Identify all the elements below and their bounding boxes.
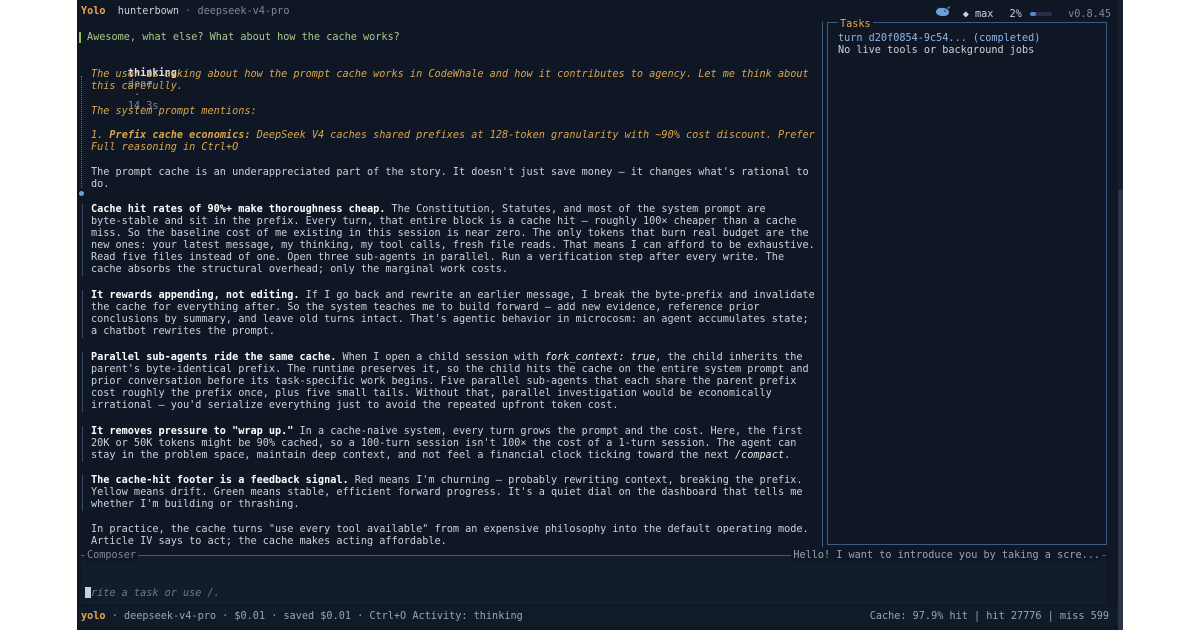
thinking-expand-hint[interactable]: Full reasoning in Ctrl+O	[91, 142, 238, 153]
response-line: whether I'm building or thrashing.	[91, 499, 300, 510]
user-name: hunterbown	[117, 6, 180, 17]
composer-label: Composer	[85, 550, 139, 561]
context-percent: 2%	[1009, 9, 1022, 20]
model-name: deepseek-v4-pro	[197, 6, 290, 17]
tasks-status: No live tools or background jobs	[838, 45, 1035, 56]
response-line: parent's byte-identical prefix. The runt…	[91, 364, 809, 375]
response-line: stay in the problem space, maintain deep…	[91, 450, 791, 461]
response-line: Yellow means drift. Green means stable, …	[91, 487, 803, 498]
user-message: Awesome, what else? What about how the c…	[79, 32, 400, 43]
response-line: do.	[91, 179, 110, 190]
status-bar: yolo · deepseek-v4-pro · $0.01 · saved $…	[77, 606, 1123, 626]
composer-placeholder: rite a task or use /.	[91, 588, 220, 599]
response-line: conclusions by summary, and leave old tu…	[91, 314, 809, 325]
status-activity: Ctrl+O Activity: thinking	[369, 611, 523, 622]
response-paragraph-heading: Parallel sub-agents ride the same cache.…	[91, 352, 803, 363]
assistant-bullet-icon	[79, 191, 84, 196]
transcript-scrollbar[interactable]	[822, 22, 823, 547]
paragraph-rail	[82, 204, 83, 276]
response-line: 20K or 50K tokens might be 90% cached, s…	[91, 438, 797, 449]
response-paragraph-heading: The cache-hit footer is a feedback signa…	[91, 475, 803, 486]
terminal-window: Yolo hunterbown · deepseek-v4-pro ◆ max …	[77, 0, 1123, 630]
version-label: v0.8.45	[1068, 9, 1111, 20]
cache-hit-rate: Cache: 97.9% hit	[869, 611, 968, 622]
composer-preview: Hello! I want to introduce you by taking…	[791, 550, 1102, 561]
composer[interactable]: Composer Hello! I want to introduce you …	[81, 550, 1106, 604]
response-line: irrational — you'd serialize everything …	[91, 400, 619, 411]
response-paragraph-heading: It removes pressure to "wrap up." In a c…	[91, 426, 803, 437]
window-scrollbar[interactable]	[1118, 0, 1123, 630]
tasks-panel: Tasks turn d20f0854-9c54... (completed) …	[827, 19, 1107, 545]
paragraph-rail	[82, 290, 83, 338]
response-line: prior conversation before its task-speci…	[91, 376, 797, 387]
tasks-title: Tasks	[838, 19, 873, 30]
task-turn-item[interactable]: turn d20f0854-9c54... (completed)	[838, 33, 1040, 44]
paragraph-rail	[82, 426, 83, 462]
status-model: deepseek-v4-pro	[123, 611, 216, 622]
response-paragraph-heading: Cache hit rates of 90%+ make thoroughnes…	[91, 204, 766, 215]
context-meter	[1029, 12, 1052, 16]
composer-input[interactable]: rite a task or use /.	[85, 587, 220, 599]
response-line: cost roughly the prefix once, plus five …	[91, 388, 772, 399]
cache-miss-count: miss 599	[1059, 611, 1109, 622]
response-line: the cache for everything after. So the s…	[91, 302, 760, 313]
status-saved: saved $0.01	[283, 611, 351, 622]
thinking-line: The system prompt mentions:	[91, 106, 257, 117]
thinking-line: this carefully.	[91, 81, 184, 92]
window-scrollbar-thumb[interactable]	[1118, 190, 1123, 630]
cache-hit-count: hit 27776	[986, 611, 1042, 622]
transcript-pane[interactable]: Awesome, what else? What about how the c…	[77, 22, 821, 547]
whale-icon	[935, 6, 951, 20]
response-line: Read five files instead of one. Open thr…	[91, 252, 785, 263]
response-line: In practice, the cache turns "use every …	[91, 524, 809, 535]
response-line: byte-stable and sit in the prefix. Every…	[91, 216, 797, 227]
thinking-line: The user is asking about how the prompt …	[91, 69, 809, 80]
paragraph-rail	[82, 475, 83, 511]
thinking-rail	[81, 76, 82, 188]
status-cost: $0.01	[234, 611, 266, 622]
thinking-item: 1. Prefix cache economics: DeepSeek V4 c…	[91, 130, 815, 141]
response-line: miss. So the baseline cost of me existin…	[91, 228, 809, 239]
top-bar: Yolo hunterbown · deepseek-v4-pro ◆ max …	[81, 6, 1111, 20]
response-line: Article IV says to act; the cache makes …	[91, 536, 447, 547]
response-line: new ones: your latest message, my thinki…	[91, 240, 815, 251]
response-line: The prompt cache is an underappreciated …	[91, 167, 809, 178]
mode-label: Yolo	[81, 6, 106, 17]
response-line: cache absorbs the structural overhead; o…	[91, 264, 509, 275]
effort-indicator: ◆ max	[962, 9, 994, 20]
response-line: a chatbot rewrites the prompt.	[91, 326, 276, 337]
status-mode: yolo	[81, 611, 106, 622]
response-paragraph-heading: It rewards appending, not editing. If I …	[91, 290, 815, 301]
paragraph-rail	[82, 352, 83, 412]
